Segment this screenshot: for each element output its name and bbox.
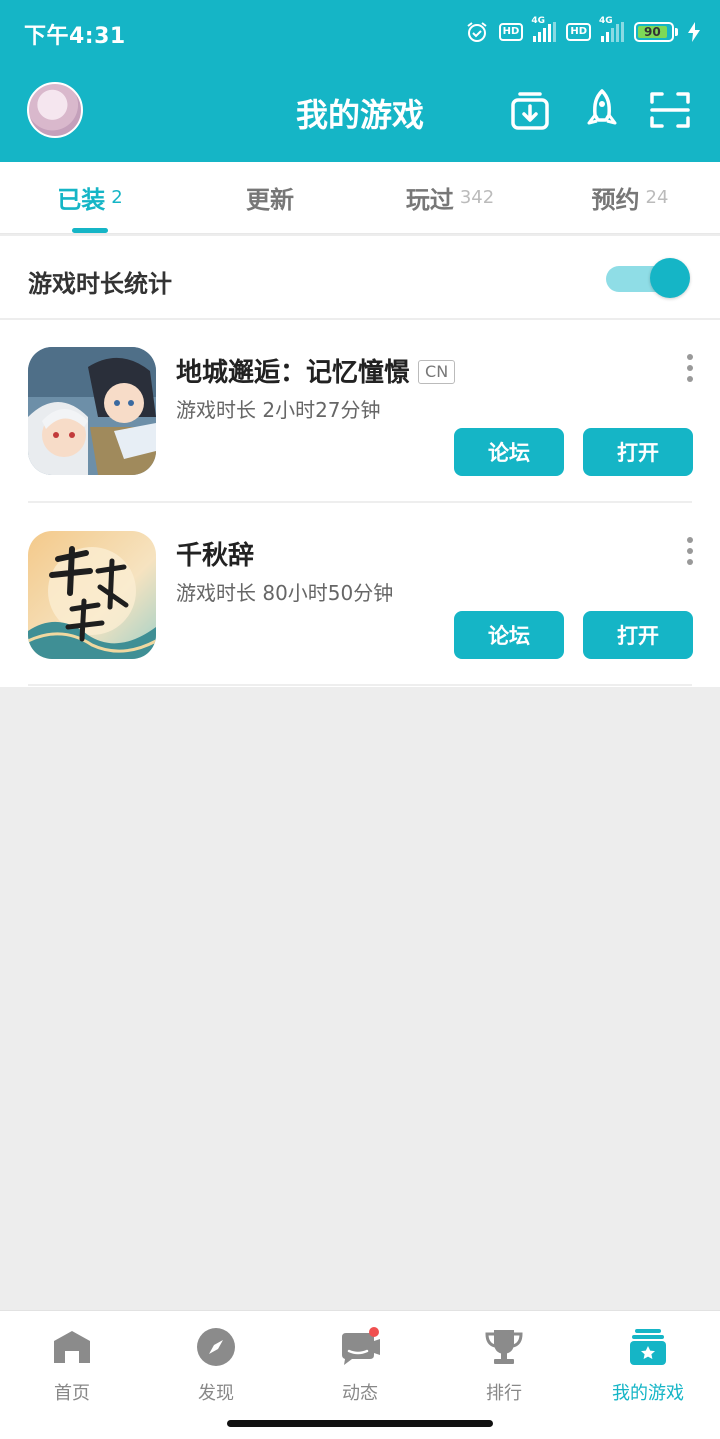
tab-label: 已装 xyxy=(57,186,106,214)
tab-count: 342 xyxy=(459,187,495,208)
forum-button[interactable]: 论坛 xyxy=(454,611,564,659)
tab-active-indicator xyxy=(72,228,108,233)
toggle-knob xyxy=(650,258,690,298)
game-icon[interactable] xyxy=(28,531,156,659)
forum-button[interactable]: 论坛 xyxy=(454,428,564,476)
list-item: 千秋辞 游戏时长 80小时50分钟 论坛 打开 xyxy=(0,503,720,686)
nav-label: 我的游戏 xyxy=(612,1383,684,1404)
playtime-stats-toggle[interactable] xyxy=(606,258,690,298)
status-time: 下午4:31 xyxy=(24,24,126,49)
battery-icon: 90 xyxy=(634,22,678,42)
nav-label: 动态 xyxy=(342,1383,378,1404)
compass-icon xyxy=(197,1328,235,1366)
game-name-text: 地城邂逅：记忆憧憬 xyxy=(176,358,411,388)
tab-label: 预约 xyxy=(591,186,640,214)
nav-label: 首页 xyxy=(54,1383,90,1404)
app-header: 下午4:31 HD 4G HD 4G 90 我的游戏 xyxy=(0,0,720,162)
nav-item-discover[interactable]: 发现 xyxy=(144,1311,288,1411)
scan-icon[interactable] xyxy=(648,88,692,132)
notification-badge xyxy=(369,1327,379,1337)
trophy-icon xyxy=(485,1330,523,1364)
open-button[interactable]: 打开 xyxy=(583,428,693,476)
home-indicator[interactable] xyxy=(227,1420,493,1427)
nav-item-ranking[interactable]: 排行 xyxy=(432,1311,576,1411)
open-button[interactable]: 打开 xyxy=(583,611,693,659)
nav-label: 排行 xyxy=(486,1383,522,1404)
list-item: 地城邂逅：记忆憧憬 CN 游戏时长 2小时27分钟 论坛 打开 xyxy=(0,320,720,503)
home-icon xyxy=(54,1331,90,1363)
alarm-icon xyxy=(467,22,487,42)
tab-installed[interactable]: 已装 2 xyxy=(0,162,180,233)
installed-games-list: 地城邂逅：记忆憧憬 CN 游戏时长 2小时27分钟 论坛 打开 千秋辞 游戏时长… xyxy=(0,320,720,687)
nav-label: 发现 xyxy=(198,1383,234,1404)
download-manager-icon[interactable] xyxy=(508,88,552,132)
tab-updates[interactable]: 更新 xyxy=(180,162,360,233)
signal-icon-2: 4G xyxy=(599,16,624,42)
game-playtime: 游戏时长 2小时27分钟 xyxy=(176,398,381,422)
network-type-label: 4G xyxy=(531,16,545,26)
rocket-icon[interactable] xyxy=(580,88,624,132)
playtime-stats-label: 游戏时长统计 xyxy=(28,270,172,298)
chat-icon xyxy=(342,1327,380,1365)
tab-count: 2 xyxy=(111,187,123,208)
game-playtime: 游戏时长 80小时50分钟 xyxy=(176,581,394,605)
divider xyxy=(28,684,692,686)
tab-label: 更新 xyxy=(246,186,294,214)
battery-level: 90 xyxy=(638,26,667,38)
status-bar: 下午4:31 HD 4G HD 4G 90 xyxy=(0,0,720,62)
network-type-label-2: 4G xyxy=(599,16,613,26)
game-icon[interactable] xyxy=(28,347,156,475)
nav-item-activity[interactable]: 动态 xyxy=(288,1311,432,1411)
region-tag: CN xyxy=(418,360,456,384)
tab-count: 24 xyxy=(645,187,669,208)
tab-played[interactable]: 玩过 342 xyxy=(360,162,540,233)
nav-item-home[interactable]: 首页 xyxy=(0,1311,144,1411)
game-name-text: 千秋辞 xyxy=(176,541,255,571)
more-options-icon[interactable] xyxy=(682,537,698,565)
game-name: 地城邂逅：记忆憧憬 CN xyxy=(176,352,456,389)
hd-badge: HD xyxy=(498,23,524,41)
hd-badge-2: HD xyxy=(566,23,591,41)
tab-reserved[interactable]: 预约 24 xyxy=(540,162,720,233)
my-games-icon xyxy=(630,1329,666,1365)
signal-icon: 4G xyxy=(531,16,557,42)
charging-icon xyxy=(688,22,700,42)
status-icons: HD 4G HD 4G 90 xyxy=(465,16,700,48)
more-options-icon[interactable] xyxy=(682,354,698,382)
nav-item-my-games[interactable]: 我的游戏 xyxy=(576,1311,720,1411)
game-tabs: 已装 2 更新 玩过 342 预约 24 xyxy=(0,162,720,234)
game-name: 千秋辞 xyxy=(176,535,254,572)
tab-label: 玩过 xyxy=(405,186,454,214)
